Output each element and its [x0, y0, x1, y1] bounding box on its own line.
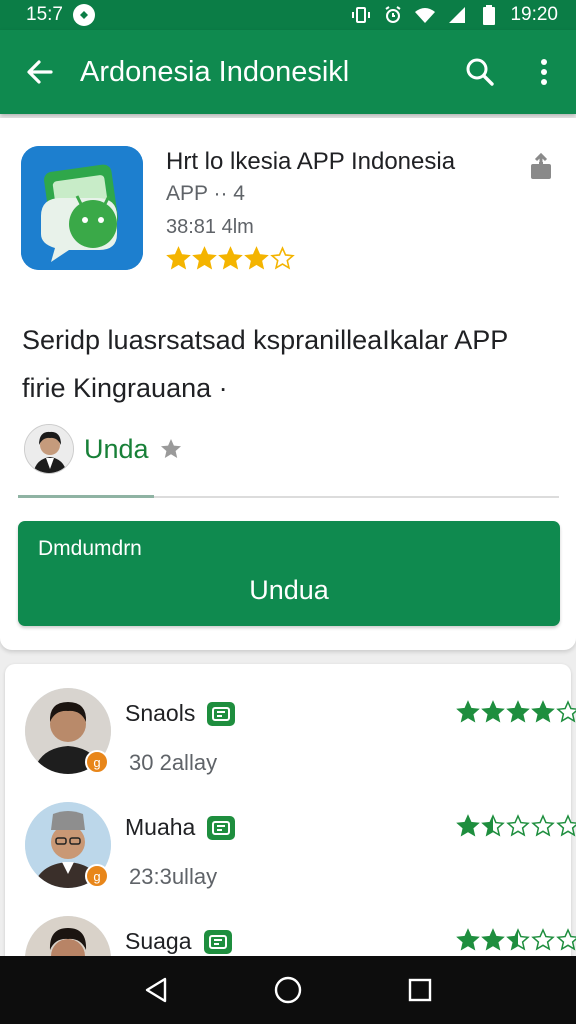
status-bar: 15:7 19:20 — [0, 0, 576, 30]
review-item[interactable]: g Snaols 30 2allay — [5, 664, 576, 775]
star-icon — [481, 928, 505, 951]
battery-icon — [478, 5, 500, 25]
author-name: Unda — [84, 433, 149, 464]
star-icon — [531, 928, 555, 951]
star-icon — [531, 700, 555, 723]
app-size: 38:81 4lm — [166, 216, 254, 238]
reviewer-name: Suaga — [125, 928, 232, 955]
reviewer-name-text: Muaha — [125, 814, 196, 840]
star-icon — [456, 928, 480, 951]
back-triangle-icon[interactable] — [136, 970, 176, 1010]
app-developer[interactable]: APP ·· 4 — [166, 182, 245, 206]
verified-tag-icon — [203, 929, 232, 954]
review-rating — [456, 700, 576, 724]
star-icon — [166, 246, 191, 270]
reviewer-name: Muaha — [125, 814, 236, 841]
back-arrow-icon[interactable] — [0, 30, 80, 114]
app-bar: Ardonesia Indonesikl — [0, 30, 576, 114]
description-line-1: Seridp luasrsatsad kspranilleaIkalar APP — [22, 325, 509, 355]
reviewer-badge: g — [85, 864, 109, 888]
page-title: Ardonesia Indonesikl — [80, 55, 350, 88]
verified-tag-icon — [207, 701, 236, 726]
star-icon — [481, 700, 505, 723]
avatar — [24, 424, 74, 474]
star-icon — [531, 814, 555, 837]
install-label: Undua — [249, 575, 329, 605]
app-detail-card: Hrt lo lkesia APP Indonesia APP ·· 4 38:… — [0, 118, 576, 650]
search-icon[interactable] — [448, 30, 512, 114]
status-time-right: 19:20 — [510, 4, 558, 25]
reviewer-badge: g — [85, 750, 109, 774]
review-rating — [456, 814, 576, 838]
alarm-icon — [382, 5, 404, 25]
share-icon[interactable] — [526, 152, 556, 182]
description-line-2: firie Kingrauana · — [22, 373, 228, 403]
tab-indicator — [18, 495, 154, 498]
reviews-card: g Snaols 30 2allay g Muaha 23:3ullay Sua… — [5, 664, 576, 1002]
status-time-left: 15:7 — [26, 4, 63, 25]
vibrate-icon — [350, 5, 372, 25]
reviewer-name: Snaols — [125, 700, 236, 727]
star-icon — [218, 246, 243, 270]
wifi-icon — [414, 5, 436, 25]
star-icon — [556, 928, 576, 951]
star-icon — [506, 700, 530, 723]
home-circle-icon[interactable] — [268, 970, 308, 1010]
signal-icon — [446, 5, 468, 25]
app-description: Seridp luasrsatsad kspranilleaIkalar APP… — [22, 316, 552, 412]
recents-square-icon[interactable] — [400, 970, 440, 1010]
star-icon — [192, 246, 217, 270]
navigation-bar — [0, 956, 576, 1024]
star-icon — [270, 246, 295, 270]
star-icon — [481, 814, 505, 837]
star-icon — [456, 700, 480, 723]
star-icon — [456, 814, 480, 837]
install-button[interactable]: Dmdumdrn Undua — [18, 521, 560, 626]
review-time: 30 2allay — [129, 750, 218, 775]
app-name: Hrt lo lkesia APP Indonesia — [166, 148, 456, 175]
review-item[interactable]: g Muaha 23:3ullay — [5, 778, 576, 889]
star-icon — [244, 246, 269, 270]
reviewer-name-text: Snaols — [125, 700, 196, 726]
star-icon — [159, 437, 183, 461]
reviewer-name-text: Suaga — [125, 928, 192, 954]
install-top-label: Dmdumdrn — [38, 537, 142, 560]
star-icon — [506, 928, 530, 951]
review-rating — [456, 928, 576, 952]
more-vert-icon[interactable] — [512, 30, 576, 114]
chat-app-icon[interactable] — [21, 146, 143, 270]
star-icon — [556, 814, 576, 837]
star-icon — [506, 814, 530, 837]
star-icon — [556, 700, 576, 723]
verified-tag-icon — [207, 815, 236, 840]
author-row[interactable]: Unda — [24, 424, 183, 474]
notification-icon — [72, 4, 95, 26]
app-rating — [166, 246, 295, 271]
review-time: 23:3ullay — [129, 864, 218, 889]
